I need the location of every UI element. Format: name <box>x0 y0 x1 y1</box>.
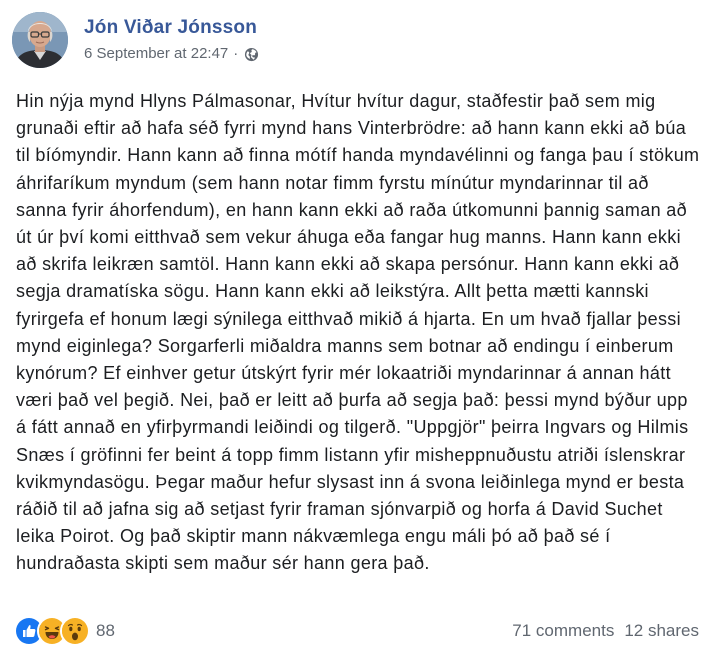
reaction-icons <box>14 616 90 646</box>
facebook-post: Jón Viðar Jónsson 6 September at 22:47 ·… <box>0 0 713 651</box>
globe-icon[interactable] <box>244 47 259 62</box>
post-subline: 6 September at 22:47 · <box>84 45 259 63</box>
author-name[interactable]: Jón Viðar Jónsson <box>84 17 259 39</box>
post-body-text: Hin nýja mynd Hlyns Pálmasonar, Hvítur h… <box>16 91 700 574</box>
post-header: Jón Viðar Jónsson 6 September at 22:47 · <box>12 12 259 72</box>
comments-count-link[interactable]: 71 comments <box>512 621 614 641</box>
post-meta: Jón Viðar Jónsson 6 September at 22:47 · <box>84 12 259 63</box>
shares-count-link[interactable]: 12 shares <box>624 621 699 641</box>
separator-dot: · <box>233 45 239 62</box>
reaction-count[interactable]: 88 <box>96 621 115 641</box>
wow-icon[interactable] <box>60 616 90 646</box>
post-footer: 88 71 comments 12 shares <box>14 616 699 646</box>
post-stats: 71 comments 12 shares <box>512 621 699 641</box>
reactions-summary[interactable]: 88 <box>14 616 115 646</box>
post-timestamp[interactable]: 6 September at 22:47 <box>84 45 228 63</box>
author-avatar[interactable] <box>12 12 68 68</box>
